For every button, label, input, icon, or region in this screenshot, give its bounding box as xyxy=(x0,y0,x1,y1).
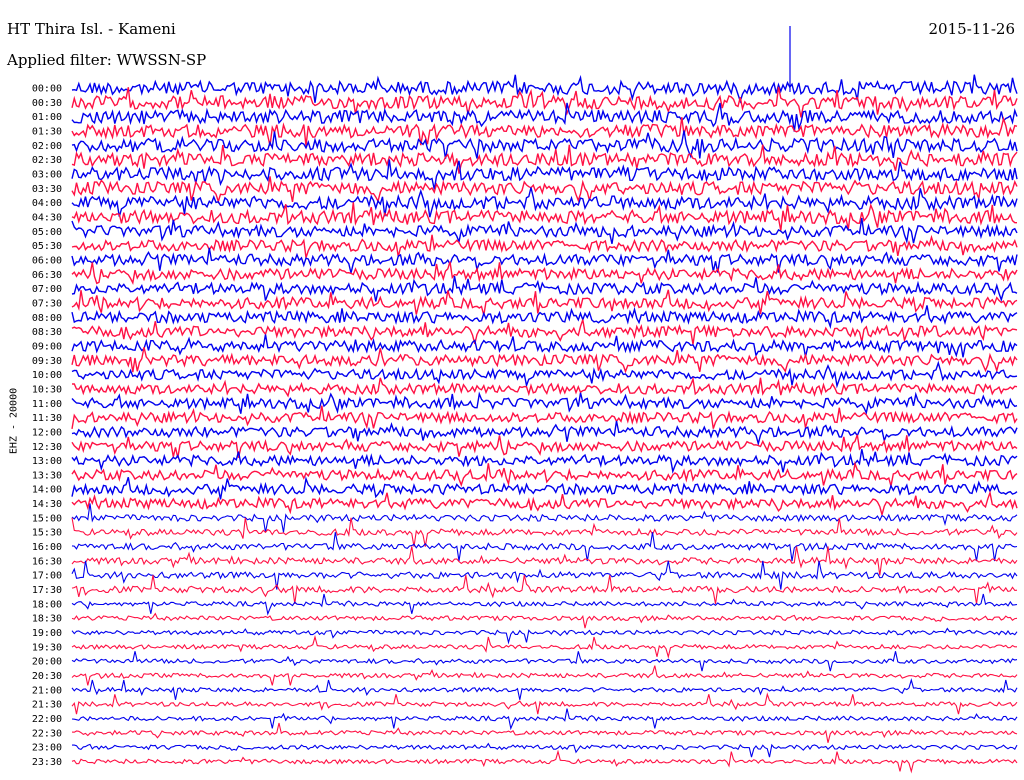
row-time-label: 15:00 xyxy=(32,513,62,524)
row-time-label: 16:00 xyxy=(32,542,62,553)
seismic-trace-0630 xyxy=(71,261,1018,285)
seismic-trace-2100 xyxy=(71,677,1018,700)
seismic-trace-2130 xyxy=(71,692,1018,715)
row-time-label: 05:00 xyxy=(32,227,62,238)
row-time-label: 23:30 xyxy=(32,757,62,768)
seismic-trace-1930 xyxy=(71,634,1017,659)
row-time-label: 19:30 xyxy=(32,642,62,653)
seismic-trace-0130 xyxy=(71,116,1018,146)
row-time-label: 04:00 xyxy=(32,198,62,209)
row-time-label: 17:30 xyxy=(32,585,62,596)
seismic-trace-1530 xyxy=(71,517,1018,547)
seismic-trace-1800 xyxy=(71,593,1018,616)
row-time-label: 19:00 xyxy=(32,628,62,639)
row-time-label: 03:30 xyxy=(32,184,62,195)
seismic-trace-1300 xyxy=(71,449,1018,475)
seismic-trace-1630 xyxy=(71,546,1018,576)
seismic-trace-1030 xyxy=(72,376,1018,398)
row-time-label: 13:30 xyxy=(32,470,62,481)
row-time-label: 20:30 xyxy=(32,671,62,682)
row-time-label: 20:00 xyxy=(32,657,62,668)
row-time-label: 10:30 xyxy=(32,384,62,395)
row-time-label: 10:00 xyxy=(32,370,62,381)
seismic-trace-1600 xyxy=(71,532,1018,562)
row-time-label: 18:00 xyxy=(32,599,62,610)
seismic-traces xyxy=(71,26,1018,774)
seismic-trace-1700 xyxy=(71,560,1018,590)
seismic-trace-2030 xyxy=(71,665,1018,686)
row-time-label: 16:30 xyxy=(32,556,62,567)
row-time-label: 14:30 xyxy=(32,499,62,510)
seismic-trace-1100 xyxy=(71,391,1018,416)
row-time-label: 12:00 xyxy=(32,427,62,438)
row-time-label: 23:00 xyxy=(32,743,62,754)
seismic-trace-1200 xyxy=(71,420,1018,447)
seismic-trace-1000 xyxy=(71,360,1018,389)
seismic-trace-1830 xyxy=(71,612,1018,629)
seismic-trace-0830 xyxy=(71,319,1018,345)
row-time-label: 11:30 xyxy=(32,413,62,424)
row-time-label: 02:30 xyxy=(32,155,62,166)
row-time-label: 07:30 xyxy=(32,298,62,309)
row-time-label: 06:30 xyxy=(32,270,62,281)
row-time-label: 17:00 xyxy=(32,571,62,582)
row-time-label: 05:30 xyxy=(32,241,62,252)
seismic-trace-2000 xyxy=(71,651,1018,672)
seismic-trace-2330 xyxy=(71,749,1018,774)
row-time-label: 22:00 xyxy=(32,714,62,725)
seismic-trace-1430 xyxy=(71,490,1018,518)
seismic-trace-2200 xyxy=(71,708,1018,731)
row-time-label: 02:00 xyxy=(32,141,62,152)
row-time-label: 14:00 xyxy=(32,485,62,496)
seismic-trace-1500 xyxy=(71,503,1018,533)
time-tick-labels: 00:00 00:30 01:00 01:30 02:00 02:30 03:00 03:30… xyxy=(32,84,62,769)
row-time-label: 22:30 xyxy=(32,728,62,739)
row-time-label: 07:00 xyxy=(32,284,62,295)
seismic-trace-2300 xyxy=(72,742,1018,758)
row-time-label: 03:00 xyxy=(32,169,62,180)
seismic-trace-1130 xyxy=(71,405,1018,430)
row-time-label: 00:00 xyxy=(32,84,62,95)
row-time-label: 08:30 xyxy=(32,327,62,338)
helicorder-plot: 00:00 00:30 01:00 01:30 02:00 02:30 03:00 03:30… xyxy=(32,26,1018,774)
seismic-trace-1730 xyxy=(71,574,1018,604)
row-time-label: 12:30 xyxy=(32,442,62,453)
row-time-label: 01:00 xyxy=(32,112,62,123)
row-time-label: 04:30 xyxy=(32,212,62,223)
row-time-label: 18:30 xyxy=(32,614,62,625)
row-time-label: 11:00 xyxy=(32,399,62,410)
seismic-trace-2230 xyxy=(71,722,1018,743)
row-time-label: 01:30 xyxy=(32,126,62,137)
row-time-label: 13:00 xyxy=(32,456,62,467)
row-time-label: 09:00 xyxy=(32,341,62,352)
row-time-label: 00:30 xyxy=(32,98,62,109)
row-time-label: 06:00 xyxy=(32,255,62,266)
seismic-trace-0800 xyxy=(71,305,1018,330)
helicorder-page: HT Thira Isl. - Kameni 2015-11-26 Applie… xyxy=(0,0,1024,780)
row-time-label: 21:00 xyxy=(32,685,62,696)
seismic-trace-1330 xyxy=(71,460,1018,487)
row-time-label: 08:00 xyxy=(32,313,62,324)
row-time-label: 21:30 xyxy=(32,700,62,711)
seismic-trace-1900 xyxy=(71,627,1018,645)
row-time-label: 15:30 xyxy=(32,528,62,539)
row-time-label: 09:30 xyxy=(32,356,62,367)
